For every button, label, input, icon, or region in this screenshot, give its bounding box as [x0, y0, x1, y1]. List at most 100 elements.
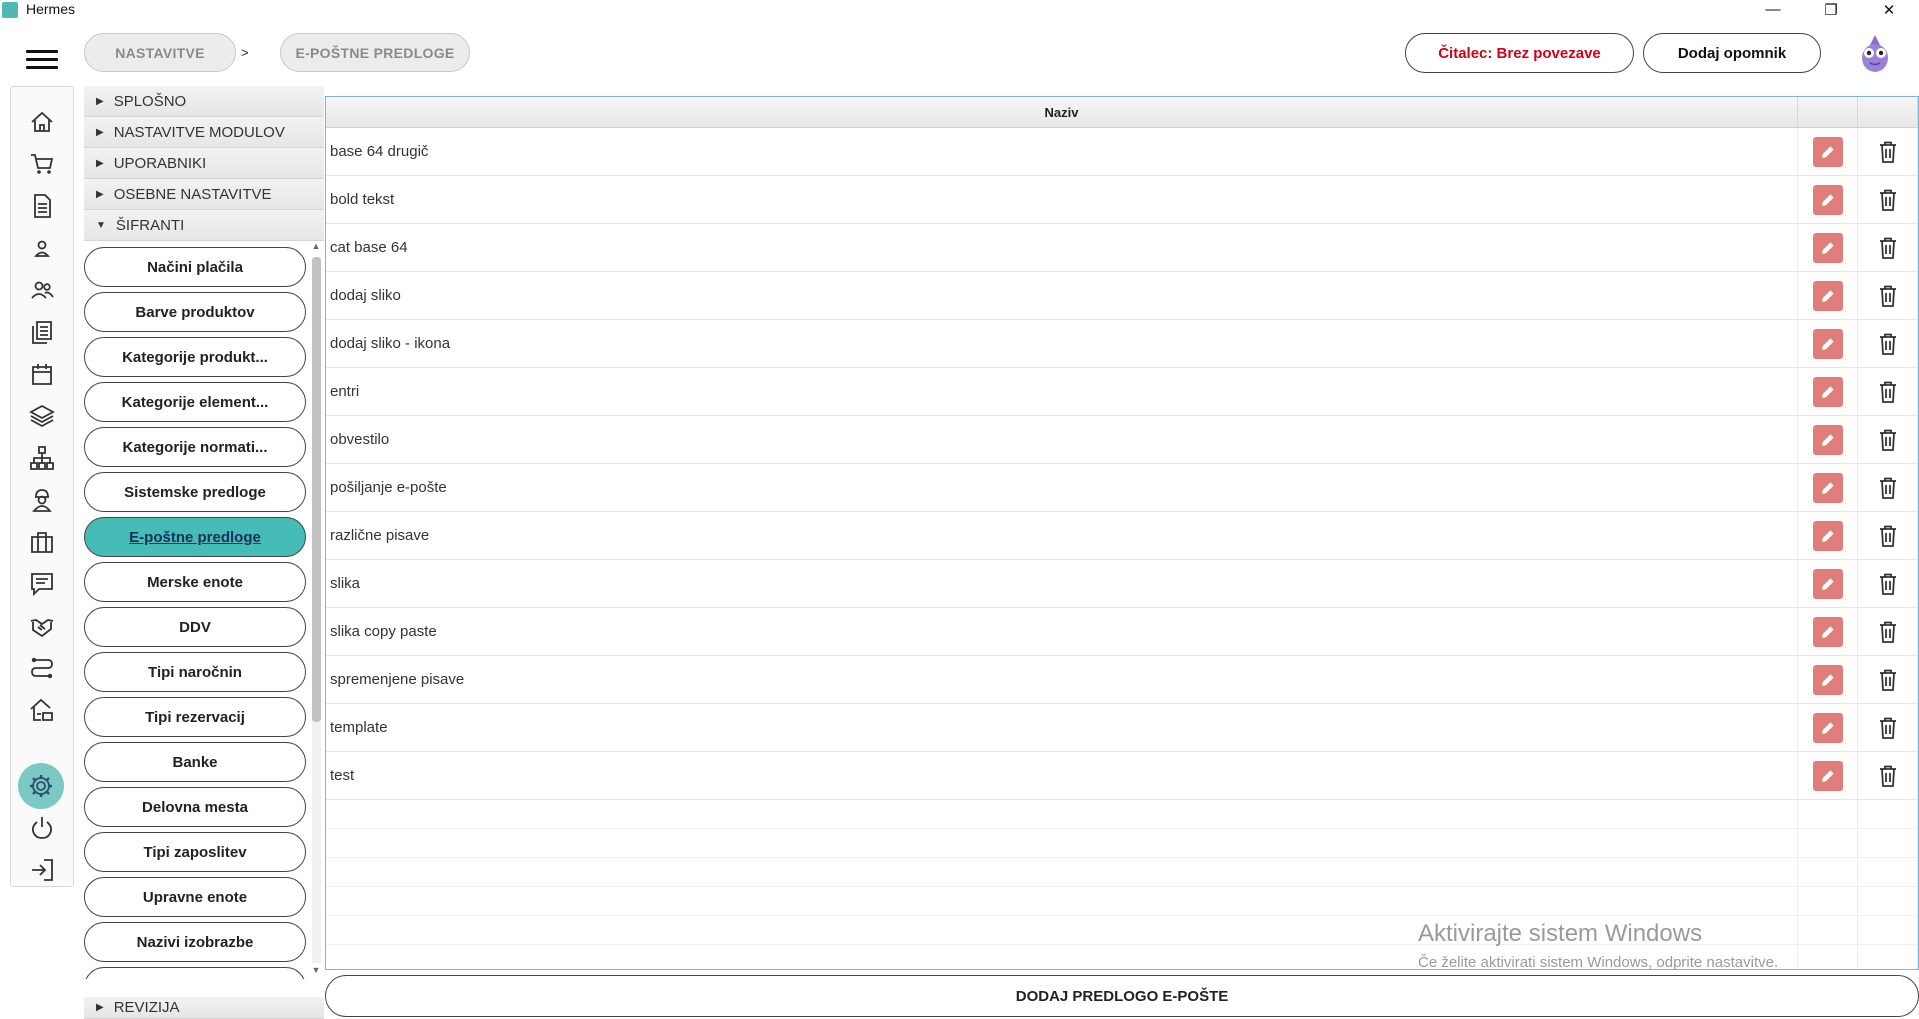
- trash-icon[interactable]: [1875, 138, 1901, 166]
- pencil-icon[interactable]: [1812, 136, 1843, 167]
- template-name-cell[interactable]: cat base 64: [326, 224, 1798, 271]
- trash-icon[interactable]: [1875, 666, 1901, 694]
- worker-icon[interactable]: [23, 483, 61, 517]
- section-uporabniki[interactable]: ▶ UPORABNIKI: [84, 148, 324, 179]
- avatar-icon[interactable]: [1857, 33, 1893, 73]
- briefcase-icon[interactable]: [23, 525, 61, 559]
- route-icon[interactable]: [23, 651, 61, 685]
- template-name-cell[interactable]: dodaj sliko: [326, 272, 1798, 319]
- template-name-cell[interactable]: bold tekst: [326, 176, 1798, 223]
- menu-item-ddv[interactable]: DDV: [84, 607, 306, 647]
- menu-item-epostne-predloge[interactable]: E-poštne predloge: [84, 517, 306, 557]
- template-name-cell[interactable]: obvestilo: [326, 416, 1798, 463]
- template-name-cell[interactable]: test: [326, 752, 1798, 799]
- table-row[interactable]: spremenjene pisave: [326, 656, 1918, 704]
- pencil-icon[interactable]: [1812, 616, 1843, 647]
- minimize-button[interactable]: —: [1744, 0, 1802, 19]
- table-row[interactable]: base 64 drugič: [326, 128, 1918, 176]
- documents-icon[interactable]: [23, 315, 61, 349]
- template-name-cell[interactable]: različne pisave: [326, 512, 1798, 559]
- trash-icon[interactable]: [1875, 570, 1901, 598]
- menu-item-merske-enote[interactable]: Merske enote: [84, 562, 306, 602]
- table-row[interactable]: template: [326, 704, 1918, 752]
- breadcrumb-settings[interactable]: NASTAVITVE: [84, 33, 236, 72]
- template-name-cell[interactable]: entri: [326, 368, 1798, 415]
- table-row[interactable]: dodaj sliko - ikona: [326, 320, 1918, 368]
- trash-icon[interactable]: [1875, 474, 1901, 502]
- pencil-icon[interactable]: [1812, 376, 1843, 407]
- pencil-icon[interactable]: [1812, 520, 1843, 551]
- add-reminder-button[interactable]: Dodaj opomnik: [1643, 33, 1821, 73]
- table-row[interactable]: obvestilo: [326, 416, 1918, 464]
- hamburger-menu-icon[interactable]: [26, 50, 58, 70]
- menu-item-barve-produktov[interactable]: Barve produktov: [84, 292, 306, 332]
- table-row[interactable]: različne pisave: [326, 512, 1918, 560]
- breadcrumb-email-templates[interactable]: E-POŠTNE PREDLOGE: [280, 33, 470, 72]
- trash-icon[interactable]: [1875, 762, 1901, 790]
- reader-status-button[interactable]: Čitalec: Brez povezave: [1405, 33, 1634, 73]
- people-icon[interactable]: [23, 273, 61, 307]
- table-row[interactable]: entri: [326, 368, 1918, 416]
- section-osebne-nastavitve[interactable]: ▶ OSEBNE NASTAVITVE: [84, 179, 324, 210]
- template-name-cell[interactable]: slika: [326, 560, 1798, 607]
- menu-item-kategorije-produktov[interactable]: Kategorije produkt...: [84, 337, 306, 377]
- trash-icon[interactable]: [1875, 522, 1901, 550]
- pencil-icon[interactable]: [1812, 568, 1843, 599]
- trash-icon[interactable]: [1875, 618, 1901, 646]
- close-button[interactable]: ✕: [1860, 0, 1918, 19]
- menu-item-nacini-placila[interactable]: Načini plačila: [84, 247, 306, 287]
- pencil-icon[interactable]: [1812, 232, 1843, 263]
- pencil-icon[interactable]: [1812, 328, 1843, 359]
- pencil-icon[interactable]: [1812, 184, 1843, 215]
- trash-icon[interactable]: [1875, 282, 1901, 310]
- house-icon[interactable]: [23, 693, 61, 727]
- scroll-down-icon[interactable]: ▼: [309, 965, 323, 979]
- menu-item-kategorije-normativov[interactable]: Kategorije normati...: [84, 427, 306, 467]
- template-name-cell[interactable]: dodaj sliko - ikona: [326, 320, 1798, 367]
- menu-item-tipi-rezervacij[interactable]: Tipi rezervacij: [84, 697, 306, 737]
- section-sifranti[interactable]: ▼ ŠIFRANTI: [84, 210, 324, 241]
- table-row[interactable]: slika copy paste: [326, 608, 1918, 656]
- menu-item-banke[interactable]: Banke: [84, 742, 306, 782]
- table-row[interactable]: slika: [326, 560, 1918, 608]
- home-icon[interactable]: [23, 105, 61, 139]
- section-revizija[interactable]: ▶ REVIZIJA: [84, 997, 324, 1019]
- settings-icon[interactable]: [18, 763, 64, 809]
- hierarchy-icon[interactable]: [23, 441, 61, 475]
- cart-icon[interactable]: [23, 147, 61, 181]
- table-row[interactable]: bold tekst: [326, 176, 1918, 224]
- table-row[interactable]: dodaj sliko: [326, 272, 1918, 320]
- template-name-cell[interactable]: spremenjene pisave: [326, 656, 1798, 703]
- menu-item-personalizirana-polja[interactable]: Personalizirana polja: [84, 967, 306, 979]
- template-name-cell[interactable]: pošiljanje e-pošte: [326, 464, 1798, 511]
- document-icon[interactable]: [23, 189, 61, 223]
- menu-item-delovna-mesta[interactable]: Delovna mesta: [84, 787, 306, 827]
- pencil-icon[interactable]: [1812, 424, 1843, 455]
- table-row[interactable]: cat base 64: [326, 224, 1918, 272]
- menu-item-tipi-zaposlitev[interactable]: Tipi zaposlitev: [84, 832, 306, 872]
- add-email-template-button[interactable]: DODAJ PREDLOGO E-POŠTE: [325, 975, 1919, 1017]
- chat-icon[interactable]: [23, 567, 61, 601]
- layers-icon[interactable]: [23, 399, 61, 433]
- trash-icon[interactable]: [1875, 186, 1901, 214]
- menu-item-kategorije-elementov[interactable]: Kategorije element...: [84, 382, 306, 422]
- pencil-icon[interactable]: [1812, 472, 1843, 503]
- menu-scrollbar[interactable]: ▲ ▼: [309, 241, 323, 979]
- scrollbar-thumb[interactable]: [312, 257, 321, 722]
- scroll-up-icon[interactable]: ▲: [309, 241, 323, 255]
- person-icon[interactable]: [23, 231, 61, 265]
- table-row[interactable]: test: [326, 752, 1918, 800]
- menu-item-sistemske-predloge[interactable]: Sistemske predloge: [84, 472, 306, 512]
- trash-icon[interactable]: [1875, 330, 1901, 358]
- pencil-icon[interactable]: [1812, 712, 1843, 743]
- logout-icon[interactable]: [23, 853, 61, 887]
- template-name-cell[interactable]: slika copy paste: [326, 608, 1798, 655]
- section-nastavitve-modulov[interactable]: ▶ NASTAVITVE MODULOV: [84, 117, 324, 148]
- trash-icon[interactable]: [1875, 426, 1901, 454]
- template-name-cell[interactable]: base 64 drugič: [326, 128, 1798, 175]
- pencil-icon[interactable]: [1812, 280, 1843, 311]
- menu-item-nazivi-izobrazbe[interactable]: Nazivi izobrazbe: [84, 922, 306, 962]
- menu-item-upravne-enote[interactable]: Upravne enote: [84, 877, 306, 917]
- pencil-icon[interactable]: [1812, 760, 1843, 791]
- pencil-icon[interactable]: [1812, 664, 1843, 695]
